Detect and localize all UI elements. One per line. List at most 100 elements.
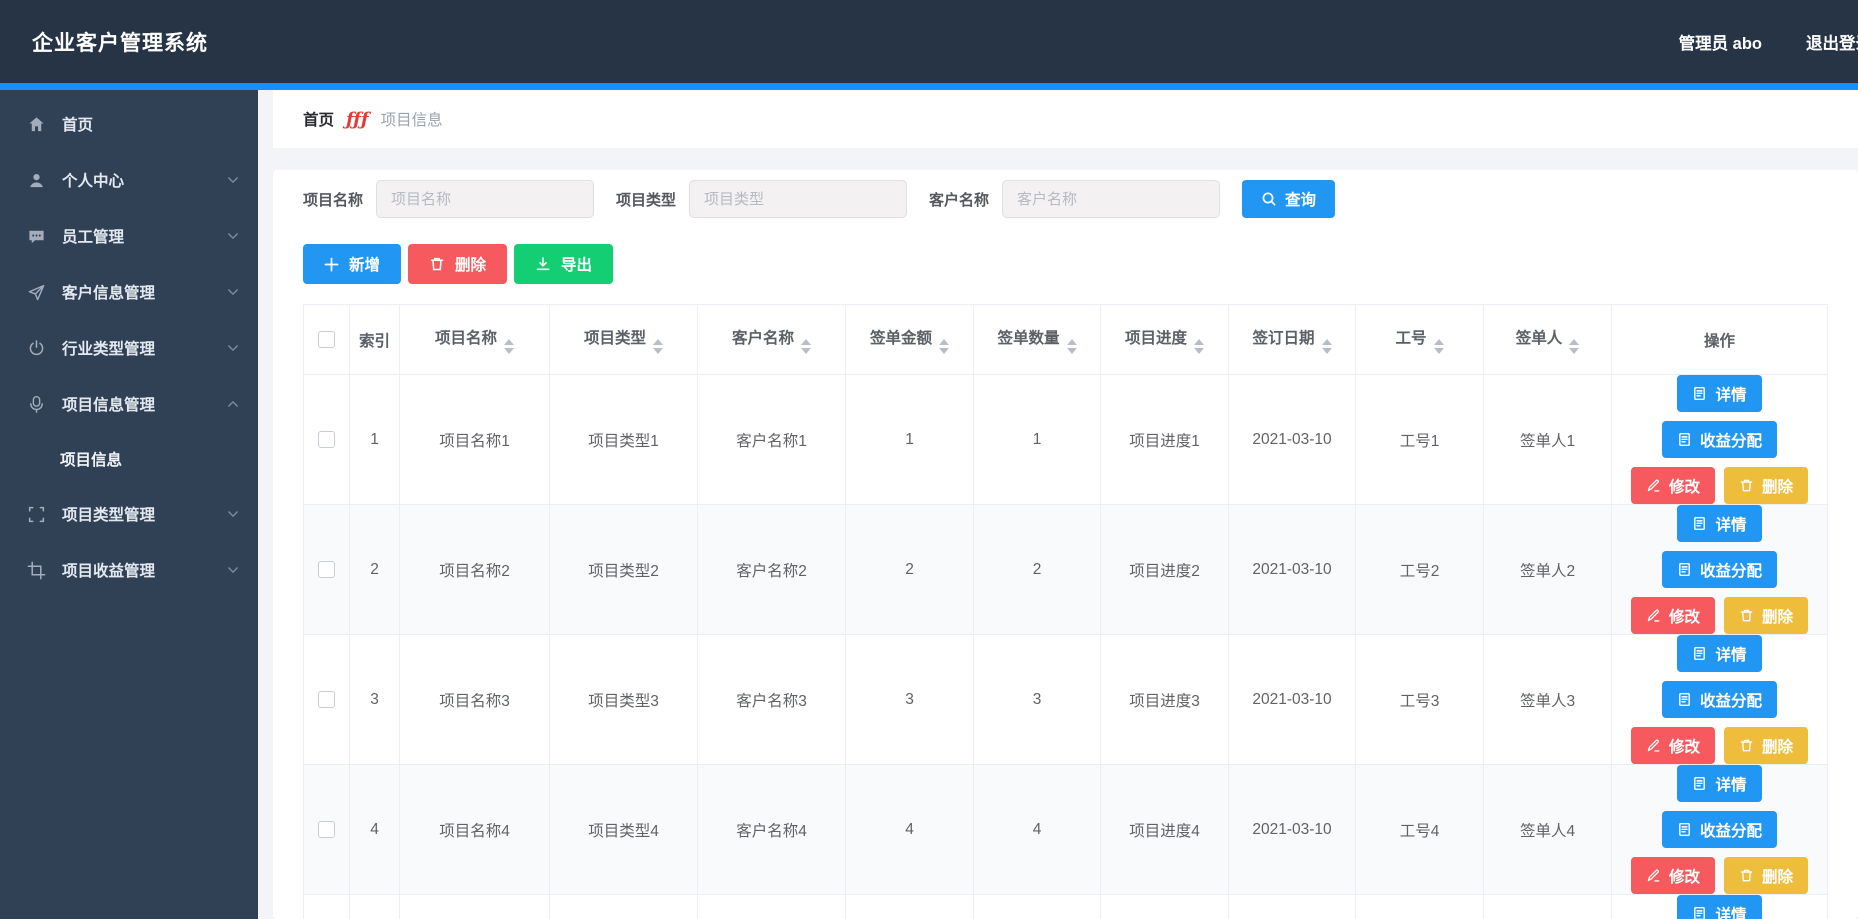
sidebar-item-项目收益管理[interactable]: 项目收益管理 [0,542,258,598]
sort-icon[interactable] [504,339,514,354]
table-row: 3项目名称3项目类型3客户名称333项目进度32021-03-10工号3签单人3… [304,635,1828,765]
delete-button[interactable]: 删除 [408,244,507,284]
edit-button[interactable]: 修改 [1631,597,1715,634]
project-name-filter: 项目名称 [303,180,594,218]
sidebar-item-个人中心[interactable]: 个人中心 [0,152,258,208]
sort-icon[interactable] [1322,339,1332,354]
sort-icon[interactable] [1194,339,1204,354]
profit-share-button[interactable]: 收益分配 [1662,421,1777,458]
profit-share-button[interactable]: 收益分配 [1662,811,1777,848]
cell-amount: 1 [846,375,974,505]
column-header-customer[interactable]: 客户名称 [698,305,846,375]
cell-name: 项目名称2 [400,505,550,635]
cell-name: 项目名称3 [400,635,550,765]
doc-icon [1692,776,1707,791]
row-checkbox[interactable] [318,691,335,708]
sidebar-item-客户信息管理[interactable]: 客户信息管理 [0,264,258,320]
breadcrumb-home-link[interactable]: 首页 [303,108,334,130]
sidebar-item-label: 项目收益管理 [62,559,226,581]
cell-type: 项目类型4 [550,765,698,895]
row-checkbox[interactable] [318,821,335,838]
logout-link[interactable]: 退出登录 [1806,30,1858,54]
sort-icon[interactable] [653,339,663,354]
column-header-signer[interactable]: 签单人 [1484,305,1612,375]
sidebar-item-label: 首页 [62,113,240,135]
sidebar-subitem-项目信息[interactable]: 项目信息 [0,432,258,486]
cell-quantity: 2 [974,505,1101,635]
row-actions: 详情收益分配修改删除 [1612,895,1827,919]
sort-icon[interactable] [801,339,811,354]
sidebar-item-员工管理[interactable]: 员工管理 [0,208,258,264]
chevron-down-icon [226,229,240,243]
project-name-input[interactable] [376,180,594,218]
detail-button[interactable]: 详情 [1677,505,1761,542]
sidebar-item-首页[interactable]: 首页 [0,96,258,152]
column-header-progress[interactable]: 项目进度 [1101,305,1229,375]
cell-actions: 详情收益分配修改删除 [1612,505,1828,635]
edit-button[interactable]: 修改 [1631,857,1715,894]
chevron-down-icon [226,507,240,521]
export-button[interactable]: 导出 [514,244,613,284]
cell-index: 1 [350,375,400,505]
profit-share-button[interactable]: 收益分配 [1662,551,1777,588]
pen-icon [1646,608,1661,623]
sidebar: 首页个人中心员工管理客户信息管理行业类型管理项目信息管理项目信息项目类型管理项目… [0,90,258,919]
sort-icon[interactable] [1434,339,1444,354]
delete-row-button[interactable]: 删除 [1724,727,1808,764]
delete-row-button[interactable]: 删除 [1724,597,1808,634]
detail-button[interactable]: 详情 [1677,895,1761,919]
project-type-input[interactable] [689,180,907,218]
edit-button[interactable]: 修改 [1631,467,1715,504]
user-menu[interactable]: 管理员 abo [1679,30,1762,54]
cell-actions: 详情收益分配修改删除 [1612,635,1828,765]
row-select-cell [304,765,350,895]
project-name-label: 项目名称 [303,189,363,210]
column-header-name[interactable]: 项目名称 [400,305,550,375]
sidebar-item-项目信息管理[interactable]: 项目信息管理 [0,376,258,432]
row-actions: 详情收益分配修改删除 [1612,505,1827,634]
trash-icon [1739,738,1754,753]
doc-icon [1677,562,1692,577]
search-button[interactable]: 查询 [1242,180,1335,218]
cell-amount: 4 [846,765,974,895]
cell-signer: 签单人1 [1484,375,1612,505]
column-header-date[interactable]: 签订日期 [1229,305,1356,375]
column-header-type[interactable]: 项目类型 [550,305,698,375]
cell-progress: 项目进度5 [1101,895,1229,919]
cell-customer: 客户名称5 [698,895,846,919]
cell-type: 项目类型3 [550,635,698,765]
cell-name: 项目名称1 [400,375,550,505]
column-header-quantity[interactable]: 签单数量 [974,305,1101,375]
add-button[interactable]: 新增 [303,244,401,284]
sort-icon[interactable] [939,339,949,354]
cell-worker: 工号3 [1356,635,1484,765]
column-header-worker[interactable]: 工号 [1356,305,1484,375]
sidebar-item-项目类型管理[interactable]: 项目类型管理 [0,486,258,542]
sort-icon[interactable] [1569,339,1579,354]
cell-signer: 签单人5 [1484,895,1612,919]
row-checkbox[interactable] [318,431,335,448]
sidebar-item-行业类型管理[interactable]: 行业类型管理 [0,320,258,376]
profit-share-button[interactable]: 收益分配 [1662,681,1777,718]
delete-row-button[interactable]: 删除 [1724,857,1808,894]
customer-name-input[interactable] [1002,180,1220,218]
power-icon [26,338,47,359]
sort-icon[interactable] [1067,339,1077,354]
select-all-checkbox[interactable] [318,331,335,348]
detail-button[interactable]: 详情 [1677,765,1761,802]
row-checkbox[interactable] [318,561,335,578]
cell-progress: 项目进度2 [1101,505,1229,635]
cell-customer: 客户名称2 [698,505,846,635]
cell-date: 2021-03-10 [1229,375,1356,505]
edit-button[interactable]: 修改 [1631,727,1715,764]
crop-icon [26,560,47,581]
row-select-cell [304,895,350,919]
doc-icon [1692,646,1707,661]
delete-row-button[interactable]: 删除 [1724,467,1808,504]
doc-icon [1692,516,1707,531]
trash-icon [1739,608,1754,623]
detail-button[interactable]: 详情 [1677,375,1761,412]
detail-button[interactable]: 详情 [1677,635,1761,672]
main-content: 首页 ƒƒƒ 项目信息 项目名称项目类型客户名称 查询 [258,90,1858,919]
column-header-amount[interactable]: 签单金额 [846,305,974,375]
